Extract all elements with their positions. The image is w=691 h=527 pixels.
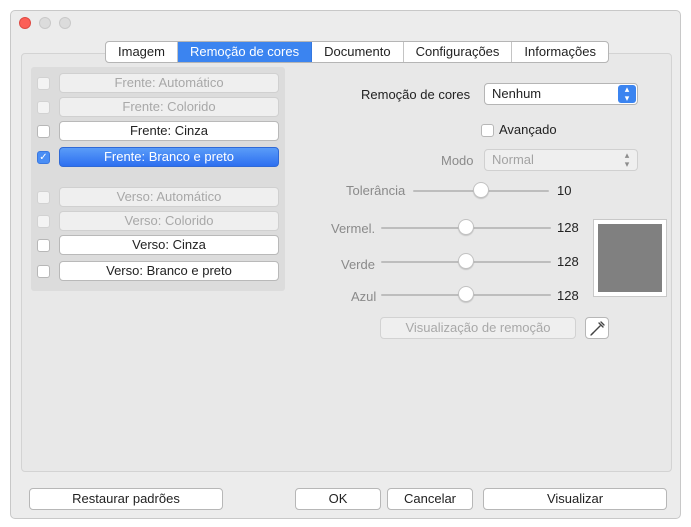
option-checkbox[interactable]: [37, 77, 50, 90]
preview-removal-button[interactable]: Visualização de remoção: [380, 317, 576, 339]
eyedropper-button[interactable]: [585, 317, 609, 339]
option-button-front-bw[interactable]: Frente: Branco e preto: [59, 147, 279, 167]
option-row-back-bw: Verso: Branco e preto: [37, 261, 281, 281]
eyedropper-icon: [590, 321, 605, 336]
cancel-button[interactable]: Cancelar: [387, 488, 473, 510]
red-value: 128: [557, 220, 579, 235]
option-checkbox[interactable]: [37, 239, 50, 252]
blue-label: Azul: [351, 289, 377, 304]
option-checkbox[interactable]: [37, 215, 50, 228]
mode-label: Modo: [441, 153, 474, 168]
green-value: 128: [557, 254, 579, 269]
ok-button[interactable]: OK: [295, 488, 381, 510]
scan-options-list: Frente: Automático Frente: Colorido Fren…: [31, 67, 285, 291]
color-removal-select[interactable]: Nenhum ▴ ▾: [484, 83, 638, 105]
option-button-back-gray[interactable]: Verso: Cinza: [59, 235, 279, 255]
option-row-front-bw: ✓ Frente: Branco e preto: [37, 147, 281, 167]
restore-defaults-button[interactable]: Restaurar padrões: [29, 488, 223, 510]
title-bar: [11, 11, 680, 33]
red-slider-knob[interactable]: [458, 219, 474, 235]
tab-imagem[interactable]: Imagem: [106, 42, 178, 62]
red-label: Vermel.: [331, 221, 376, 236]
close-window-button[interactable]: [19, 17, 31, 29]
tab-informacoes[interactable]: Informações: [512, 42, 608, 62]
option-checkbox-checked[interactable]: ✓: [37, 151, 50, 164]
option-row-back-color: Verso: Colorido: [37, 211, 281, 231]
green-slider-knob[interactable]: [458, 253, 474, 269]
option-row-front-gray: Frente: Cinza: [37, 121, 281, 141]
option-checkbox[interactable]: [37, 191, 50, 204]
option-checkbox[interactable]: [37, 265, 50, 278]
option-button-front-auto[interactable]: Frente: Automático: [59, 73, 279, 93]
tolerance-label: Tolerância: [346, 183, 406, 198]
option-checkbox[interactable]: [37, 101, 50, 114]
updown-chevron-icon: ▴ ▾: [624, 150, 630, 169]
option-button-front-gray[interactable]: Frente: Cinza: [59, 121, 279, 141]
option-button-back-auto[interactable]: Verso: Automático: [59, 187, 279, 207]
option-button-front-color[interactable]: Frente: Colorido: [59, 97, 279, 117]
color-preview-swatch: [598, 224, 662, 292]
color-removal-value: Nenhum: [492, 86, 542, 101]
green-label: Verde: [341, 257, 375, 272]
dialog-window: Imagem Remoção de cores Documento Config…: [10, 10, 681, 519]
mode-select[interactable]: Normal ▴ ▾: [484, 149, 638, 171]
tab-configuracoes[interactable]: Configurações: [404, 42, 513, 62]
minimize-window-button[interactable]: [39, 17, 51, 29]
option-row-back-gray: Verso: Cinza: [37, 235, 281, 255]
preview-button[interactable]: Visualizar: [483, 488, 667, 510]
option-button-back-bw[interactable]: Verso: Branco e preto: [59, 261, 279, 281]
zoom-window-button[interactable]: [59, 17, 71, 29]
option-row-back-auto: Verso: Automático: [37, 187, 281, 207]
tolerance-value: 10: [557, 183, 572, 198]
option-row-front-auto: Frente: Automático: [37, 73, 281, 93]
checkmark-icon: ✓: [39, 152, 48, 163]
tab-bar: Imagem Remoção de cores Documento Config…: [105, 41, 609, 63]
color-preview-box: [593, 219, 667, 297]
color-removal-label: Remoção de cores: [361, 87, 471, 102]
option-checkbox[interactable]: [37, 125, 50, 138]
tab-documento[interactable]: Documento: [312, 42, 404, 62]
advanced-label: Avançado: [499, 122, 557, 137]
tab-remocao-de-cores[interactable]: Remoção de cores: [177, 42, 313, 62]
blue-slider-knob[interactable]: [458, 286, 474, 302]
blue-value: 128: [557, 288, 579, 303]
mode-value: Normal: [492, 152, 534, 167]
option-button-back-color[interactable]: Verso: Colorido: [59, 211, 279, 231]
advanced-checkbox[interactable]: [481, 124, 494, 137]
option-row-front-color: Frente: Colorido: [37, 97, 281, 117]
updown-chevron-icon: ▴ ▾: [618, 85, 636, 103]
tolerance-slider-knob[interactable]: [473, 182, 489, 198]
